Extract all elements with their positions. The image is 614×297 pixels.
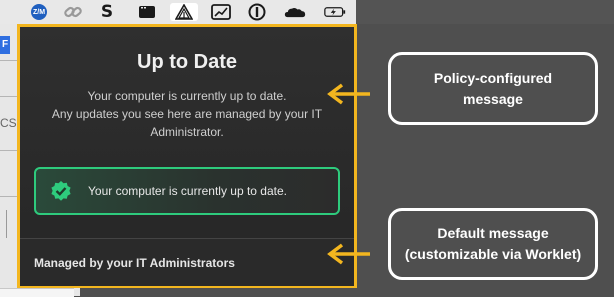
s-logo-label: S (100, 2, 114, 22)
callout-line: message (463, 90, 523, 107)
policy-message-line: Administrator. (150, 125, 224, 139)
updates-popover: Up to Date Your computer is currently up… (17, 24, 357, 288)
link-icon[interactable] (62, 3, 84, 21)
one-password-icon[interactable] (246, 3, 268, 21)
background-divider (6, 210, 7, 238)
arrow-left-icon (327, 243, 370, 265)
default-message-callout: Default message (customizable via Workle… (388, 208, 598, 280)
popover-footer: Managed by your IT Administrators (20, 238, 354, 286)
menu-bar: Z/M S (0, 0, 356, 24)
battery-icon[interactable] (324, 3, 346, 21)
window-icon[interactable] (136, 3, 158, 21)
zm-icon-label: Z/M (32, 8, 46, 16)
callout-line: (customizable via Worklet) (404, 246, 582, 262)
warning-tent-icon[interactable] (170, 3, 198, 21)
callout-line: Default message (437, 225, 549, 241)
background-app-label: CS (0, 116, 17, 130)
status-text: Your computer is currently up to date. (88, 184, 287, 198)
callout-line: Policy-configured (433, 69, 553, 86)
policy-message-line: Any updates you see here are managed by … (51, 107, 323, 121)
chart-window-icon[interactable] (210, 3, 232, 21)
arrow-left-icon (327, 83, 370, 105)
s-logo-icon[interactable]: S (96, 2, 118, 22)
footer-text: Managed by your IT Administrators (34, 256, 235, 270)
policy-message: Your computer is currently up to date. A… (40, 87, 334, 141)
status-banner: Your computer is currently up to date. (34, 167, 340, 215)
zm-icon[interactable]: Z/M (28, 3, 50, 21)
cloud-icon[interactable] (284, 3, 306, 21)
menu-bar-shadow (356, 0, 614, 24)
policy-message-line: Your computer is currently up to date. (87, 89, 287, 103)
popover-title: Up to Date (137, 51, 237, 73)
policy-message-callout: Policy-configured message (388, 52, 598, 125)
check-badge-icon (51, 181, 71, 201)
background-app-badge: F (0, 36, 10, 54)
